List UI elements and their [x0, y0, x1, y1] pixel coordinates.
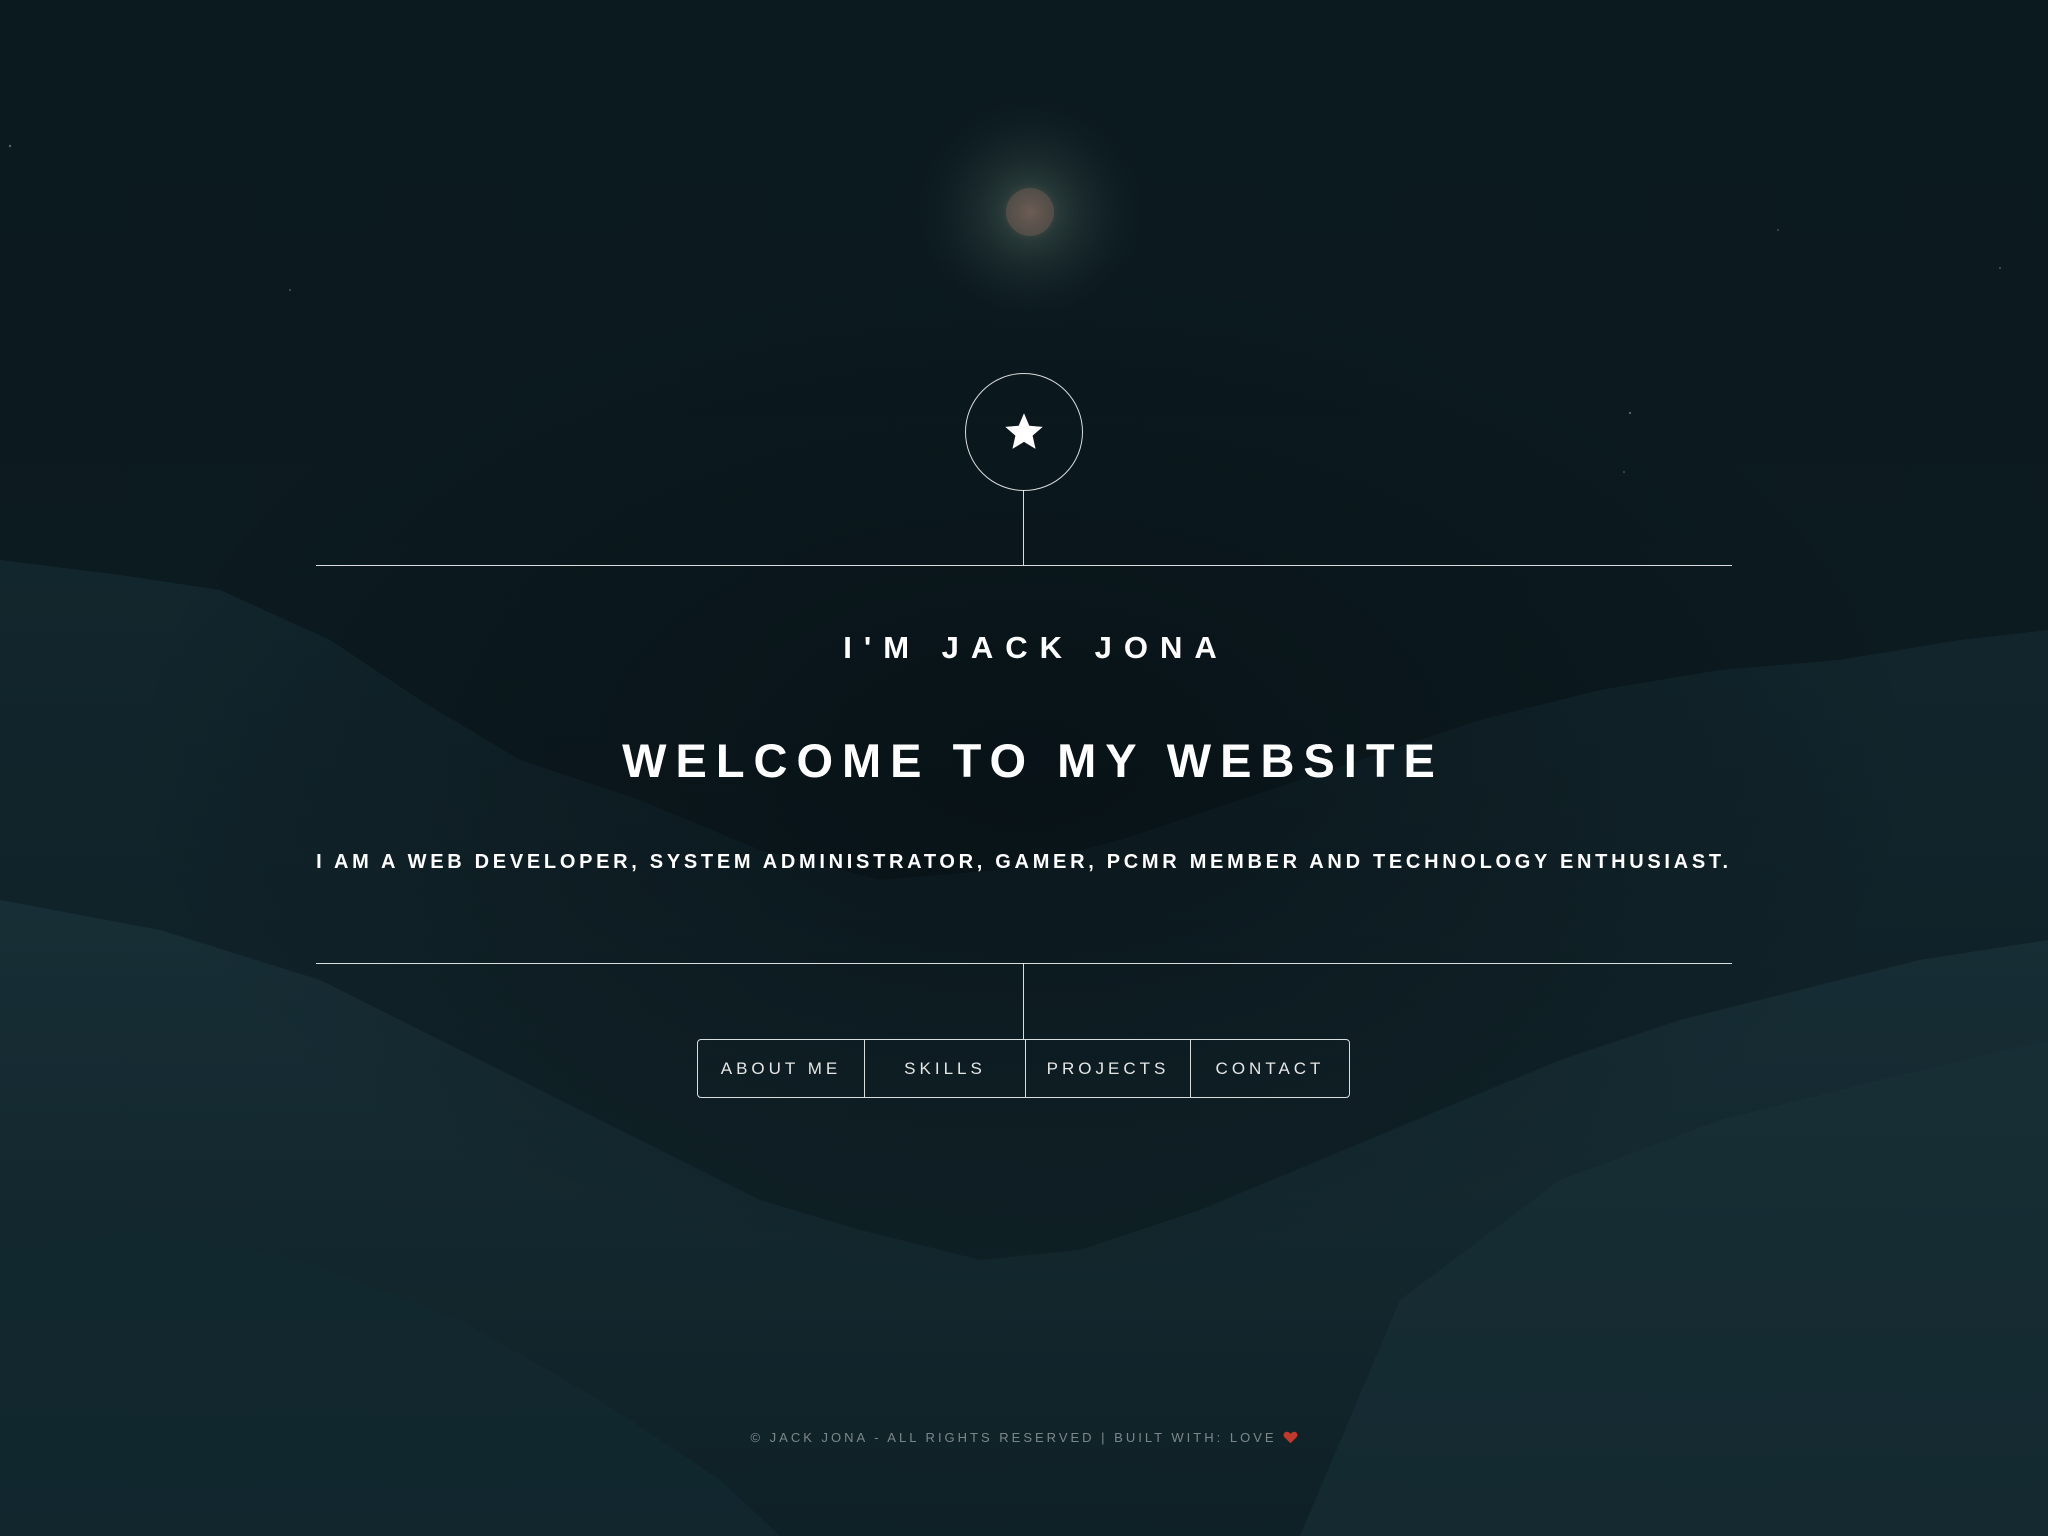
main-nav: ABOUT ME SKILLS PROJECTS CONTACT — [697, 1039, 1350, 1098]
nav-projects[interactable]: PROJECTS — [1025, 1040, 1190, 1097]
footer: © JACK JONA - ALL RIGHTS RESERVED | BUIL… — [0, 1430, 2048, 1447]
footer-text: © JACK JONA - ALL RIGHTS RESERVED | BUIL… — [750, 1430, 1277, 1445]
nav-contact[interactable]: CONTACT — [1190, 1040, 1349, 1097]
connector-line-bottom — [1023, 963, 1024, 1039]
nav-skills[interactable]: SKILLS — [864, 1040, 1025, 1097]
logo-circle — [965, 373, 1083, 491]
welcome-headline: WELCOME TO MY WEBSITE — [622, 734, 1444, 787]
intro-heading: I'M JACK JONA — [843, 630, 1229, 665]
divider-bottom — [316, 963, 1732, 964]
star-icon — [1005, 413, 1043, 449]
tagline: I AM A WEB DEVELOPER, SYSTEM ADMINISTRAT… — [316, 851, 1732, 873]
connector-line-top — [1023, 490, 1024, 565]
heart-icon — [1283, 1430, 1298, 1447]
nav-projects-label: PROJECTS — [1046, 1058, 1170, 1078]
nav-about-me[interactable]: ABOUT ME — [698, 1040, 864, 1097]
nav-about-me-label: ABOUT ME — [720, 1058, 842, 1078]
nav-skills-label: SKILLS — [904, 1058, 986, 1078]
nav-contact-label: CONTACT — [1215, 1058, 1325, 1078]
divider-top — [316, 565, 1732, 566]
page: I'M JACK JONA WELCOME TO MY WEBSITE I AM… — [0, 0, 2048, 1536]
